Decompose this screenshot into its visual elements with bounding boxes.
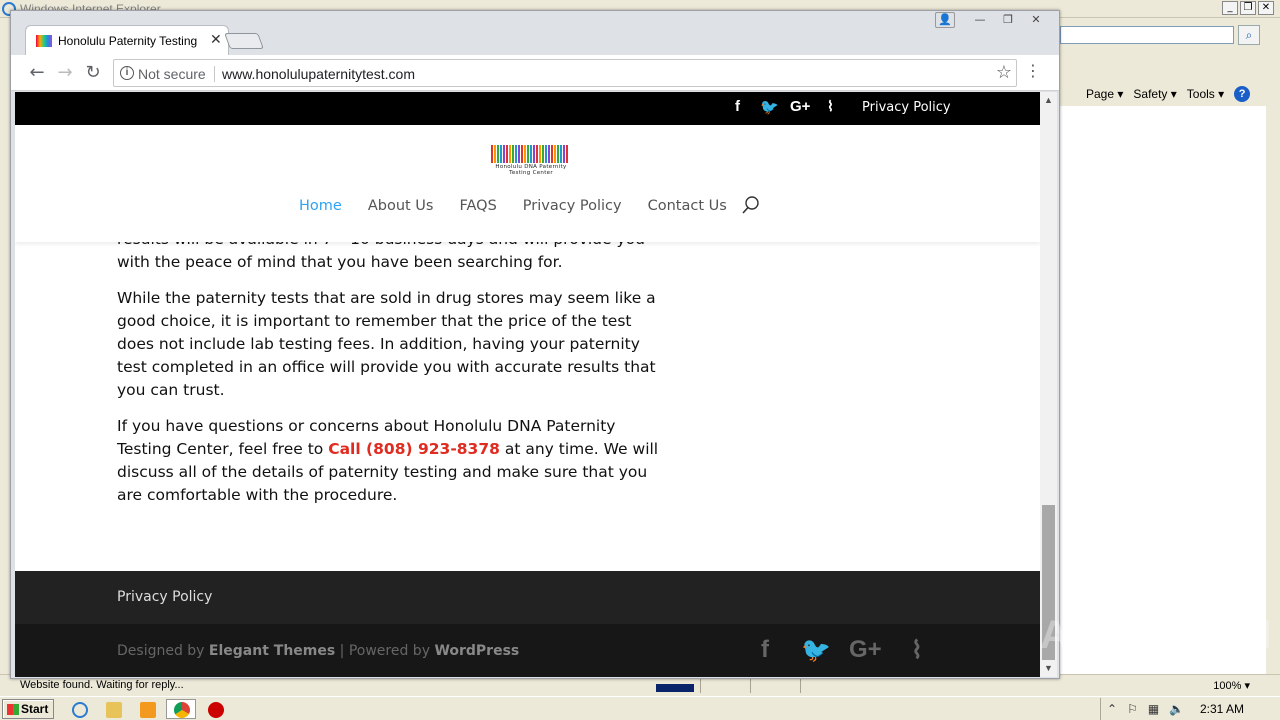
back-icon[interactable]: ← [25, 61, 49, 85]
footer-rss-icon[interactable]: ⌇ [911, 636, 923, 665]
ie-tools-menu[interactable]: Tools ▾ [1187, 87, 1224, 101]
omnibox-divider [214, 66, 215, 82]
show-hidden-icon[interactable]: ⌃ [1107, 702, 1117, 716]
main-nav: Home About Us FAQS Privacy Policy Contac… [299, 198, 727, 214]
call-link[interactable]: Call (808) 923-8378 [328, 440, 500, 458]
start-label: Start [21, 702, 49, 716]
logo-dna-bars [491, 145, 569, 163]
ie-content-area [1060, 106, 1266, 674]
minimize-icon[interactable]: _ [1222, 1, 1238, 15]
google-plus-icon[interactable]: G+ [790, 98, 810, 115]
ie-safety-menu[interactable]: Safety ▾ [1133, 87, 1176, 101]
footer-privacy-link[interactable]: Privacy Policy [117, 589, 212, 605]
address-bar[interactable]: i Not secure www.honolulupaternitytest.c… [113, 59, 1017, 87]
footer-twitter-icon[interactable]: 🐦 [801, 636, 831, 665]
site-header: Honolulu DNA Paternity Testing Center Ho… [15, 125, 1040, 242]
facebook-icon[interactable]: f [735, 98, 740, 115]
ie-window-controls: _ ❐ ✕ [1222, 1, 1274, 15]
network-icon[interactable]: ▦ [1148, 702, 1159, 716]
logo-text: Honolulu DNA Paternity Testing Center [495, 164, 567, 176]
ie-status-text: Website found. Waiting for reply... [20, 679, 184, 691]
ie-status-zones [700, 679, 850, 693]
scroll-down-icon[interactable]: ▼ [1040, 660, 1057, 677]
footer-top: Privacy Policy [15, 571, 1040, 624]
ie-search-input[interactable] [1060, 26, 1234, 44]
close-icon[interactable]: ✕ [1258, 1, 1274, 15]
elegant-themes-link[interactable]: Elegant Themes [209, 643, 335, 659]
ie-zoom-level[interactable]: 100% ▾ [1213, 679, 1250, 692]
tab-title: Honolulu Paternity Testing | [58, 34, 198, 48]
start-button[interactable]: Start [2, 699, 54, 719]
article-paragraph: If you have questions or concerns about … [117, 415, 662, 507]
site-logo[interactable]: Honolulu DNA Paternity Testing Center [491, 145, 571, 177]
favicon-icon [36, 35, 52, 47]
volume-icon[interactable]: 🔈 [1169, 702, 1184, 716]
nav-contact-us[interactable]: Contact Us [648, 198, 727, 214]
taskbar-ie-icon[interactable] [64, 699, 94, 719]
nav-about-us[interactable]: About Us [368, 198, 434, 214]
browser-tab[interactable]: Honolulu Paternity Testing | ✕ [25, 25, 229, 55]
chrome-window: Honolulu Paternity Testing | ✕ 👤 — ❐ ✕ ←… [10, 10, 1060, 679]
taskbar-opera-icon[interactable] [200, 699, 230, 719]
close-icon[interactable]: ✕ [1023, 11, 1049, 29]
bookmark-star-icon[interactable]: ☆ [996, 62, 1012, 83]
windows-logo-icon [7, 704, 19, 715]
taskbar-chrome-icon[interactable] [166, 699, 196, 719]
url-text[interactable]: www.honolulupaternitytest.com [222, 66, 415, 82]
ie-page-menu[interactable]: Page ▾ [1086, 87, 1123, 101]
topbar-privacy-link[interactable]: Privacy Policy [862, 100, 951, 115]
clock[interactable]: 2:31 AM [1200, 702, 1244, 716]
nav-faqs[interactable]: FAQS [459, 198, 496, 214]
rss-icon[interactable]: ⌇ [827, 98, 834, 115]
article-content: results will be available in 7 – 10 busi… [117, 228, 662, 520]
restore-icon[interactable]: ❐ [1240, 1, 1256, 15]
flag-icon[interactable]: ⚐ [1127, 702, 1138, 716]
footer-credits: Designed by Elegant Themes | Powered by … [117, 643, 519, 659]
reload-icon[interactable]: ↻ [81, 61, 105, 85]
page-scrollbar[interactable]: ▲ ▼ [1040, 92, 1057, 677]
info-icon[interactable]: i [120, 66, 134, 80]
ie-progress-bar [656, 684, 694, 692]
security-label[interactable]: Not secure [138, 66, 206, 82]
taskbar-media-icon[interactable] [132, 699, 162, 719]
watermark: ANY ▷ RUN [1040, 613, 1273, 657]
nav-home[interactable]: Home [299, 198, 342, 214]
footer-google-plus-icon[interactable]: G+ [849, 636, 882, 664]
site-top-bar: f 🐦 G+ ⌇ Privacy Policy [15, 92, 1040, 125]
taskbar-explorer-icon[interactable] [98, 699, 128, 719]
forward-icon[interactable]: → [53, 61, 77, 85]
page-viewport: f 🐦 G+ ⌇ Privacy Policy Honolulu DNA Pat… [15, 92, 1040, 677]
chrome-window-controls: 👤 — ❐ ✕ [935, 11, 1049, 29]
tab-close-icon[interactable]: ✕ [210, 32, 222, 48]
search-icon[interactable] [741, 195, 761, 215]
restore-icon[interactable]: ❐ [995, 11, 1021, 29]
tray-icons: ⌃ ⚐ ▦ 🔈 [1107, 702, 1184, 716]
wordpress-link[interactable]: WordPress [434, 643, 519, 659]
profile-icon[interactable]: 👤 [935, 12, 955, 28]
footer-facebook-icon[interactable]: f [761, 636, 769, 664]
article-paragraph: While the paternity tests that are sold … [117, 289, 656, 399]
nav-privacy-policy[interactable]: Privacy Policy [523, 198, 622, 214]
footer-bottom: Designed by Elegant Themes | Powered by … [15, 624, 1040, 677]
twitter-icon[interactable]: 🐦 [760, 98, 779, 116]
ie-scrollbar[interactable] [1266, 84, 1280, 674]
browser-toolbar: ← → ↻ i Not secure www.honolulupaternity… [11, 55, 1059, 91]
chrome-menu-icon[interactable]: ⋮ [1025, 61, 1041, 80]
tab-strip: Honolulu Paternity Testing | ✕ 👤 — ❐ ✕ [11, 11, 1059, 55]
credits-text: Designed by [117, 643, 209, 659]
credits-text: | Powered by [335, 643, 435, 659]
taskbar: Start ⌃ ⚐ ▦ 🔈 2:31 AM [0, 696, 1280, 720]
scroll-up-icon[interactable]: ▲ [1040, 92, 1057, 109]
help-icon[interactable]: ? [1234, 86, 1251, 102]
search-icon[interactable]: ⌕ [1238, 25, 1260, 45]
system-tray: ⌃ ⚐ ▦ 🔈 2:31 AM [1100, 698, 1280, 720]
ie-command-bar: Page ▾ Safety ▾ Tools ▾ ? [1060, 84, 1280, 104]
new-tab-button[interactable] [224, 33, 264, 49]
minimize-icon[interactable]: — [967, 11, 993, 29]
